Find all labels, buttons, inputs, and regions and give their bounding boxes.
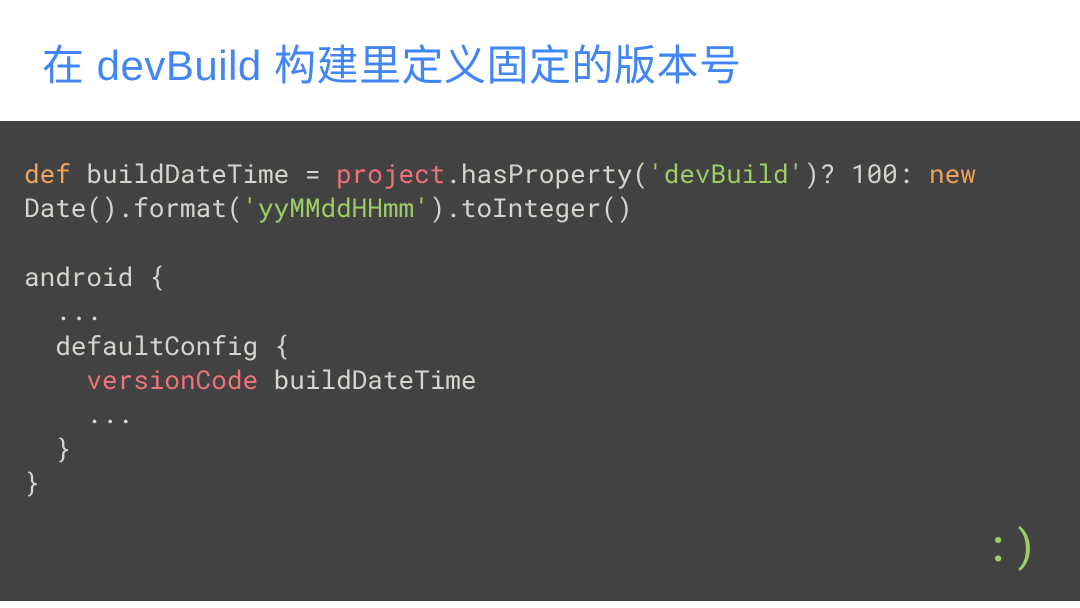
code-token: 'devBuild': [648, 157, 804, 191]
code-token: new: [929, 157, 976, 191]
code-token: .hasProperty(: [445, 157, 648, 191]
slide-header: 在 devBuild 构建里定义固定的版本号: [0, 0, 1080, 121]
code-token: versionCode: [86, 363, 258, 397]
code-token: def: [24, 157, 71, 191]
code-content: def buildDateTime = project.hasProperty(…: [24, 157, 1056, 500]
smiley-icon: :): [983, 515, 1040, 573]
code-token: 'yyMMddHHmm': [242, 191, 429, 225]
code-block: def buildDateTime = project.hasProperty(…: [0, 121, 1080, 601]
code-token: )? 100:: [804, 157, 929, 191]
code-token: buildDateTime =: [71, 157, 336, 191]
slide-title: 在 devBuild 构建里定义固定的版本号: [42, 32, 1038, 93]
code-token: project: [336, 157, 445, 191]
